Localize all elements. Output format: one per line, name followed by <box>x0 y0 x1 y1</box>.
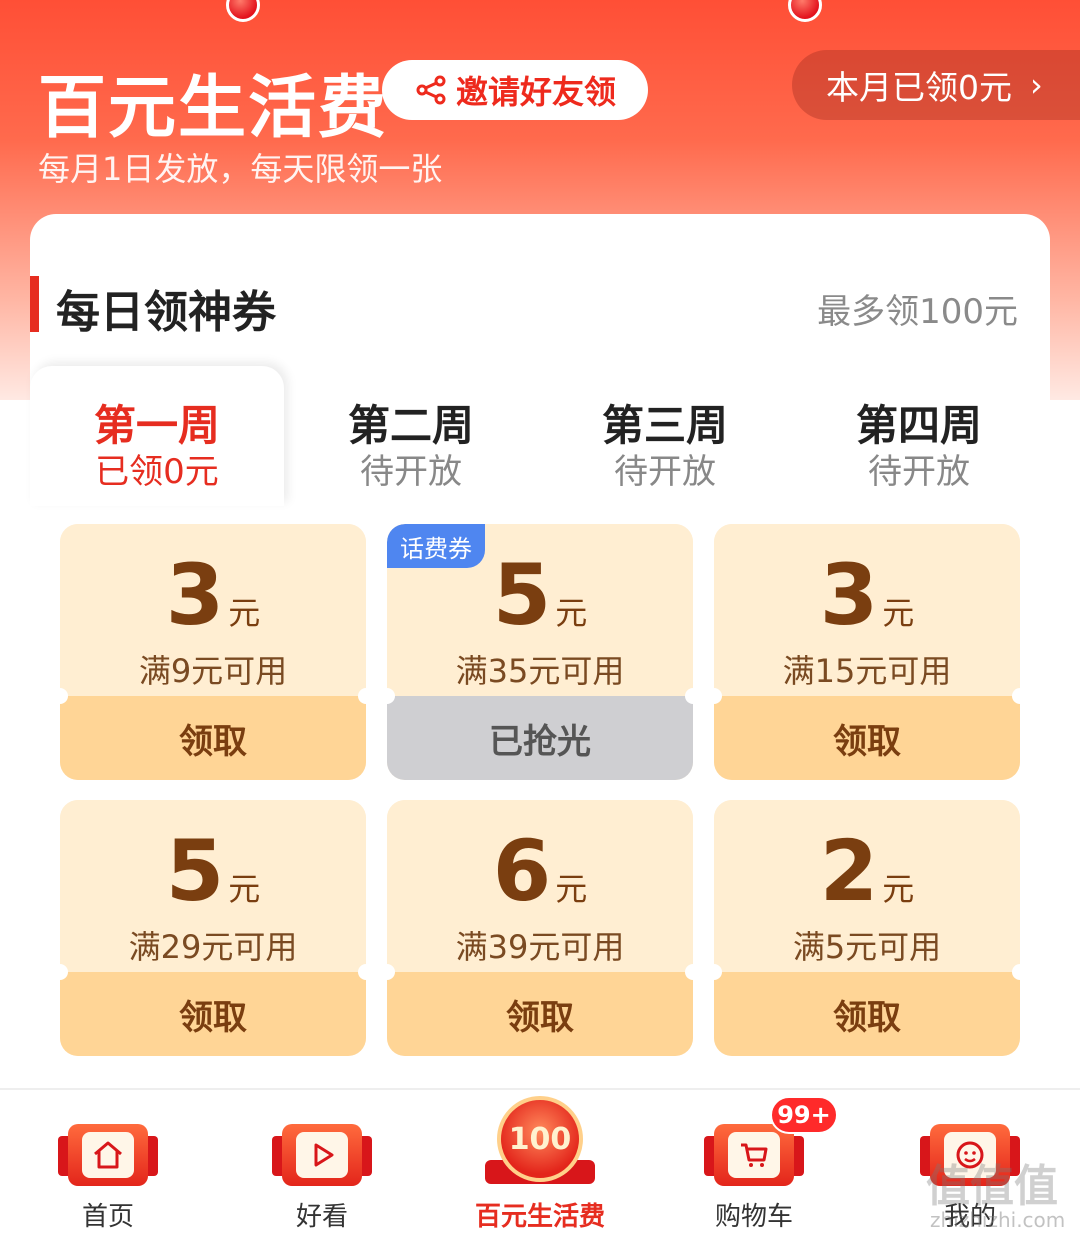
coupon-unit: 元 <box>228 594 261 632</box>
coupon-amount: 3 <box>819 546 879 644</box>
nav-label: 购物车 <box>714 1202 793 1232</box>
tab-label: 第一周 <box>93 401 220 450</box>
coupon-item: 3元 满9元可用 领取 <box>60 524 366 780</box>
nav-living-allowance[interactable]: 100 百元生活费 <box>432 1090 648 1240</box>
coupon-amount: 3 <box>165 546 225 644</box>
month-claimed-button[interactable]: 本月已领0元 › <box>792 50 1080 120</box>
tab-week-1[interactable]: 第一周 已领0元 <box>30 366 284 506</box>
coupon-amount: 5 <box>165 822 225 920</box>
tab-status: 已领0元 <box>95 452 219 492</box>
coupon-amount: 2 <box>819 822 879 920</box>
claim-button[interactable]: 领取 <box>60 972 366 1056</box>
tab-status: 待开放 <box>360 452 462 492</box>
coupon-item: 6元 满39元可用 领取 <box>387 800 693 1056</box>
coupon-item: 3元 满15元可用 领取 <box>714 524 1020 780</box>
cart-count-badge: 99+ <box>770 1096 838 1134</box>
claim-button[interactable]: 领取 <box>60 696 366 780</box>
coupon-unit: 元 <box>555 594 588 632</box>
coupon-condition: 满9元可用 <box>138 652 288 690</box>
claim-button[interactable]: 领取 <box>387 972 693 1056</box>
month-claimed-label: 本月已领0元 <box>826 68 1012 107</box>
coupon-condition: 满29元可用 <box>128 928 298 966</box>
claim-button[interactable]: 领取 <box>714 696 1020 780</box>
tab-week-2[interactable]: 第二周 待开放 <box>284 366 538 506</box>
week-tabs: 第一周 已领0元 第二周 待开放 第三周 待开放 第四周 待开放 <box>30 366 1050 516</box>
coupon-unit: 元 <box>555 870 588 908</box>
coupon-condition: 满35元可用 <box>455 652 625 690</box>
coupon-condition: 满15元可用 <box>782 652 952 690</box>
page-title: 百元生活费 <box>38 69 389 148</box>
tab-status: 待开放 <box>614 452 716 492</box>
hundred-badge-icon: 100 <box>485 1096 595 1190</box>
nav-label: 百元生活费 <box>474 1202 605 1232</box>
tab-label: 第二周 <box>347 401 474 450</box>
invite-friends-button[interactable]: 邀请好友领 <box>382 60 648 120</box>
nav-label: 首页 <box>81 1202 134 1232</box>
invite-label: 邀请好友领 <box>455 73 616 111</box>
claim-button[interactable]: 领取 <box>714 972 1020 1056</box>
section-title: 每日领神券 <box>56 287 276 338</box>
nav-label: 好看 <box>295 1202 348 1232</box>
coupon-unit: 元 <box>882 870 915 908</box>
home-icon <box>58 1120 158 1190</box>
coupon-unit: 元 <box>882 594 915 632</box>
watermark-logo: 值值值 <box>926 1161 1058 1212</box>
share-icon <box>414 73 448 107</box>
tab-status: 待开放 <box>868 452 970 492</box>
nav-watch[interactable]: 好看 <box>214 1090 430 1240</box>
coupon-item: 5元 满29元可用 领取 <box>60 800 366 1056</box>
coupon-condition: 满5元可用 <box>792 928 942 966</box>
page-subtitle: 每月1日发放，每天限领一张 <box>38 150 443 188</box>
sold-out-button[interactable]: 已抢光 <box>387 696 693 780</box>
coupon-amount: 5 <box>492 546 552 644</box>
tab-label: 第四周 <box>855 401 982 450</box>
coupon-amount: 6 <box>492 822 552 920</box>
coupon-type-badge: 话费券 <box>387 524 485 568</box>
section-note: 最多领100元 <box>817 292 1018 332</box>
coupon-item: 5元 满35元可用 已抢光 话费券 <box>387 524 693 780</box>
chevron-right-icon: › <box>1030 66 1043 104</box>
tab-label: 第三周 <box>601 401 728 450</box>
tab-week-4[interactable]: 第四周 待开放 <box>792 366 1046 506</box>
nav-home[interactable]: 首页 <box>0 1090 216 1240</box>
bottom-nav: 首页 好看 100 百元生活费 购物车 我的 <box>0 1088 1080 1240</box>
section-accent-bar <box>30 276 39 332</box>
coupon-item: 2元 满5元可用 领取 <box>714 800 1020 1056</box>
watermark-url: zhizhizhi.com <box>930 1208 1066 1232</box>
play-icon <box>272 1120 372 1190</box>
tab-week-3[interactable]: 第三周 待开放 <box>538 366 792 506</box>
coupon-unit: 元 <box>228 870 261 908</box>
coupon-condition: 满39元可用 <box>455 928 625 966</box>
